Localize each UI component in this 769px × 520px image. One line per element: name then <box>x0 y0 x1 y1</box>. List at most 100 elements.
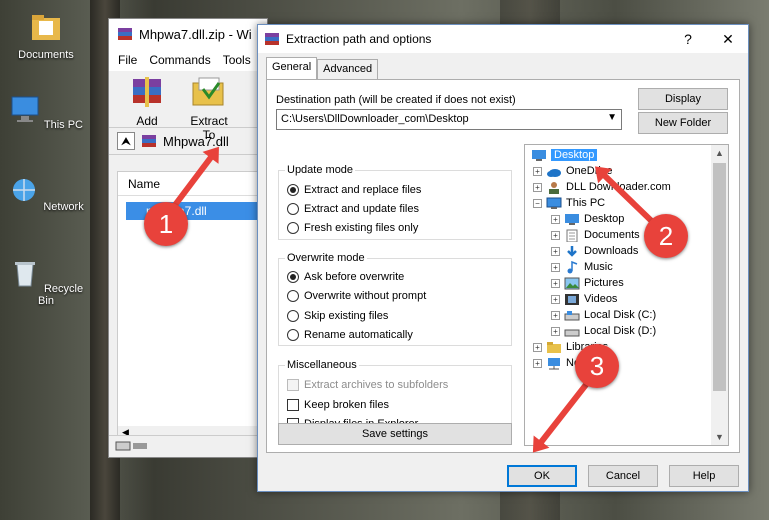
tree-item-documents[interactable]: + Documents <box>551 227 640 243</box>
new-folder-button[interactable]: New Folder <box>638 112 728 134</box>
tree-item-downloads[interactable]: + Downloads <box>551 243 638 259</box>
tree-item-music[interactable]: + Music <box>551 259 613 275</box>
destination-path-label: Destination path (will be created if doe… <box>276 94 516 106</box>
expand-icon[interactable]: + <box>551 230 560 240</box>
cancel-button[interactable]: Cancel <box>588 465 658 487</box>
expand-icon[interactable]: + <box>551 246 560 256</box>
add-archive-icon <box>133 77 161 107</box>
radio-fresh-existing[interactable]: Fresh existing files only <box>287 222 418 234</box>
ok-button[interactable]: OK <box>507 465 577 487</box>
checkbox-disabled <box>287 379 299 391</box>
menu-file[interactable]: File <box>118 53 137 67</box>
network-icon <box>13 179 36 201</box>
radio-extract-replace[interactable]: Extract and replace files <box>287 184 421 196</box>
expand-icon[interactable]: + <box>533 342 542 352</box>
tree-label: Music <box>584 261 613 273</box>
tree-item-this-pc[interactable]: − This PC <box>533 195 605 211</box>
expand-icon[interactable]: + <box>551 278 560 288</box>
tree-vertical-scrollbar[interactable]: ▲ ▼ <box>711 145 728 445</box>
chevron-down-icon[interactable]: ▼ <box>607 112 617 123</box>
tab-general[interactable]: General <box>266 57 318 79</box>
radio-ask-before-overwrite[interactable]: Ask before overwrite <box>287 271 404 283</box>
option-label: Ask before overwrite <box>304 271 405 283</box>
desktop-icon-label: This PC <box>43 119 83 131</box>
downloads-icon <box>567 245 577 257</box>
expand-icon[interactable]: + <box>551 214 560 224</box>
desktop-icon-documents[interactable]: Documents <box>6 12 86 61</box>
tree-label: Desktop <box>584 213 625 225</box>
checkbox[interactable] <box>287 399 299 411</box>
radio-skip-existing[interactable]: Skip existing files <box>287 310 388 322</box>
tree-label: Videos <box>584 293 618 305</box>
option-label: Rename automatically <box>304 329 413 341</box>
menu-commands[interactable]: Commands <box>149 53 210 67</box>
add-button[interactable]: Add <box>121 75 173 128</box>
scroll-up-icon[interactable]: ▲ <box>715 148 724 158</box>
scroll-down-icon[interactable]: ▼ <box>715 432 724 442</box>
radio-rename-automatically[interactable]: Rename automatically <box>287 329 413 341</box>
overwrite-mode-title: Overwrite mode <box>285 252 367 264</box>
menu-tools[interactable]: Tools <box>223 53 251 67</box>
expand-icon[interactable]: + <box>533 358 542 368</box>
drive-icon <box>564 329 580 336</box>
expand-icon[interactable]: + <box>551 310 560 320</box>
radio-button[interactable] <box>287 329 299 341</box>
help-button[interactable]: Help <box>669 465 739 487</box>
help-title-button[interactable]: ? <box>668 31 708 47</box>
annotation-badge-2: 2 <box>644 214 688 258</box>
tree-item-local-disk-c[interactable]: + Local Disk (C:) <box>551 307 656 323</box>
up-folder-icon[interactable]: ⮝ <box>117 132 135 150</box>
expand-icon[interactable]: + <box>533 182 542 192</box>
expand-icon[interactable]: + <box>551 294 560 304</box>
tab-advanced[interactable]: Advanced <box>317 59 379 79</box>
tree-item-pc-desktop[interactable]: + Desktop <box>551 211 624 227</box>
desktop-icon-recycle-bin[interactable]: Recycle Bin <box>6 258 86 307</box>
tree-label: Downloads <box>584 245 639 257</box>
extraction-dialog: Extraction path and options ? ✕ General … <box>257 24 749 492</box>
radio-button[interactable] <box>287 203 299 215</box>
archive-icon <box>142 135 156 147</box>
extract-to-button[interactable]: Extract To <box>183 75 235 142</box>
tree-item-desktop[interactable]: Desktop <box>531 147 598 163</box>
radio-button[interactable] <box>287 290 299 302</box>
music-icon <box>567 260 578 273</box>
checkbox-keep-broken-files[interactable]: Keep broken files <box>287 399 389 411</box>
update-mode-title: Update mode <box>285 164 356 176</box>
desktop-icon-this-pc[interactable]: This PC <box>6 94 86 131</box>
radio-extract-update[interactable]: Extract and update files <box>287 203 419 215</box>
collapse-icon[interactable]: − <box>533 198 542 208</box>
tree-item-pictures[interactable]: + Pictures <box>551 275 624 291</box>
close-icon[interactable]: ✕ <box>708 31 748 48</box>
tree-label: Documents <box>584 229 640 241</box>
tree-label: Local Disk (C:) <box>584 309 657 321</box>
folder-tree[interactable]: Desktop +OneDrive +DLL Downloader.com −T… <box>524 144 729 446</box>
desktop-icon <box>532 149 546 161</box>
dialog-title-bar: Extraction path and options ? ✕ <box>258 25 748 53</box>
desktop-icon-label: Documents <box>18 49 74 61</box>
expand-icon[interactable]: + <box>533 166 542 176</box>
computer-icon <box>546 197 562 209</box>
destination-path-combobox[interactable]: C:\Users\DllDownloader_com\Desktop ▼ <box>276 109 622 130</box>
winrar-toolbar: Add Extract To <box>109 71 267 142</box>
expand-icon[interactable]: + <box>551 262 560 272</box>
save-settings-button[interactable]: Save settings <box>278 423 512 445</box>
radio-button-checked[interactable] <box>287 184 299 196</box>
pictures-icon <box>564 277 580 289</box>
tab-strip: General Advanced <box>266 57 379 79</box>
tree-item-local-disk-d[interactable]: + Local Disk (D:) <box>551 323 656 339</box>
tree-item-videos[interactable]: + Videos <box>551 291 617 307</box>
radio-button[interactable] <box>287 222 299 234</box>
checkbox-extract-subfolders[interactable]: Extract archives to subfolders <box>287 379 448 391</box>
desktop-icon-network[interactable]: Network <box>6 176 86 213</box>
drive-icon <box>564 310 580 320</box>
dialog-title: Extraction path and options <box>286 32 432 46</box>
scrollbar-thumb[interactable] <box>713 163 726 391</box>
radio-button[interactable] <box>287 310 299 322</box>
display-button[interactable]: Display <box>638 88 728 110</box>
expand-icon[interactable]: + <box>551 326 560 336</box>
winrar-title-bar: Mhpwa7.dll.zip - Wi <box>109 19 267 49</box>
tree-item-user[interactable]: + DLL Downloader.com <box>533 179 671 195</box>
radio-button-checked[interactable] <box>287 271 299 283</box>
winrar-file-list[interactable]: Name mhpwa7.dll ◀ <box>117 171 267 441</box>
radio-overwrite-without-prompt[interactable]: Overwrite without prompt <box>287 290 426 302</box>
